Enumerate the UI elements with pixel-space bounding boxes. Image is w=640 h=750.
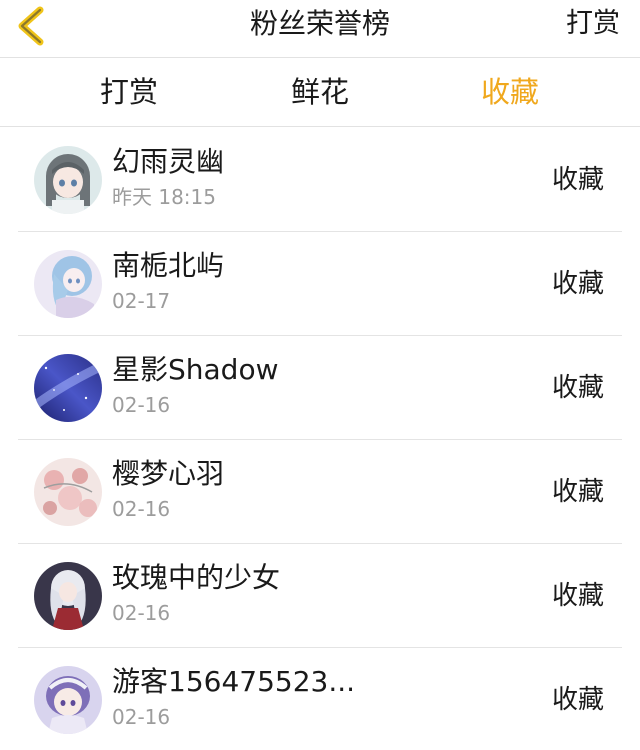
reward-button[interactable]: 打赏 (566, 2, 620, 46)
fan-action: 收藏 (551, 685, 604, 715)
fan-date: 02-16 (112, 705, 171, 729)
tab-flowers[interactable]: 鲜花 (240, 59, 400, 127)
nav-bar: 粉丝荣誉榜 打赏 (0, 0, 640, 58)
fan-action: 收藏 (551, 269, 604, 299)
list-item[interactable]: 幻雨灵幽 昨天 18:15 收藏 (0, 128, 640, 232)
fan-action: 收藏 (551, 581, 604, 611)
fan-date: 02-17 (112, 289, 171, 313)
list-item[interactable]: 玫瑰中的少女 02-16 收藏 (0, 544, 640, 648)
fan-name: 樱梦心羽 (112, 457, 225, 490)
fan-action: 收藏 (551, 373, 604, 403)
tab-bar: 打赏 鲜花 收藏 (0, 59, 640, 127)
fan-name: 南栀北屿 (112, 249, 225, 282)
avatar (34, 458, 102, 526)
avatar (34, 250, 102, 318)
avatar (34, 666, 102, 734)
fan-date: 02-16 (112, 497, 171, 521)
fan-name: 星影Shadow (112, 353, 279, 386)
fan-date: 02-16 (112, 393, 171, 417)
avatar (34, 146, 102, 214)
fan-name: 玫瑰中的少女 (112, 561, 281, 594)
fan-date: 昨天 18:15 (112, 185, 216, 209)
fan-action: 收藏 (551, 165, 604, 195)
list-item[interactable]: 南栀北屿 02-17 收藏 (0, 232, 640, 336)
fan-name: 游客156475523... (112, 665, 356, 698)
fan-name: 幻雨灵幽 (112, 145, 225, 178)
list-item[interactable]: 樱梦心羽 02-16 收藏 (0, 440, 640, 544)
list-item[interactable]: 游客156475523... 02-16 收藏 (0, 648, 640, 750)
fan-list: 幻雨灵幽 昨天 18:15 收藏 南栀北屿 02-17 收藏 星影Shadow … (0, 128, 640, 750)
tab-favorites[interactable]: 收藏 (430, 59, 590, 127)
fan-action: 收藏 (551, 477, 604, 507)
page-title: 粉丝荣誉榜 (249, 7, 390, 40)
list-item[interactable]: 星影Shadow 02-16 收藏 (0, 336, 640, 440)
fan-date: 02-16 (112, 601, 171, 625)
avatar (34, 562, 102, 630)
tab-reward[interactable]: 打赏 (49, 59, 209, 127)
avatar (34, 354, 102, 422)
